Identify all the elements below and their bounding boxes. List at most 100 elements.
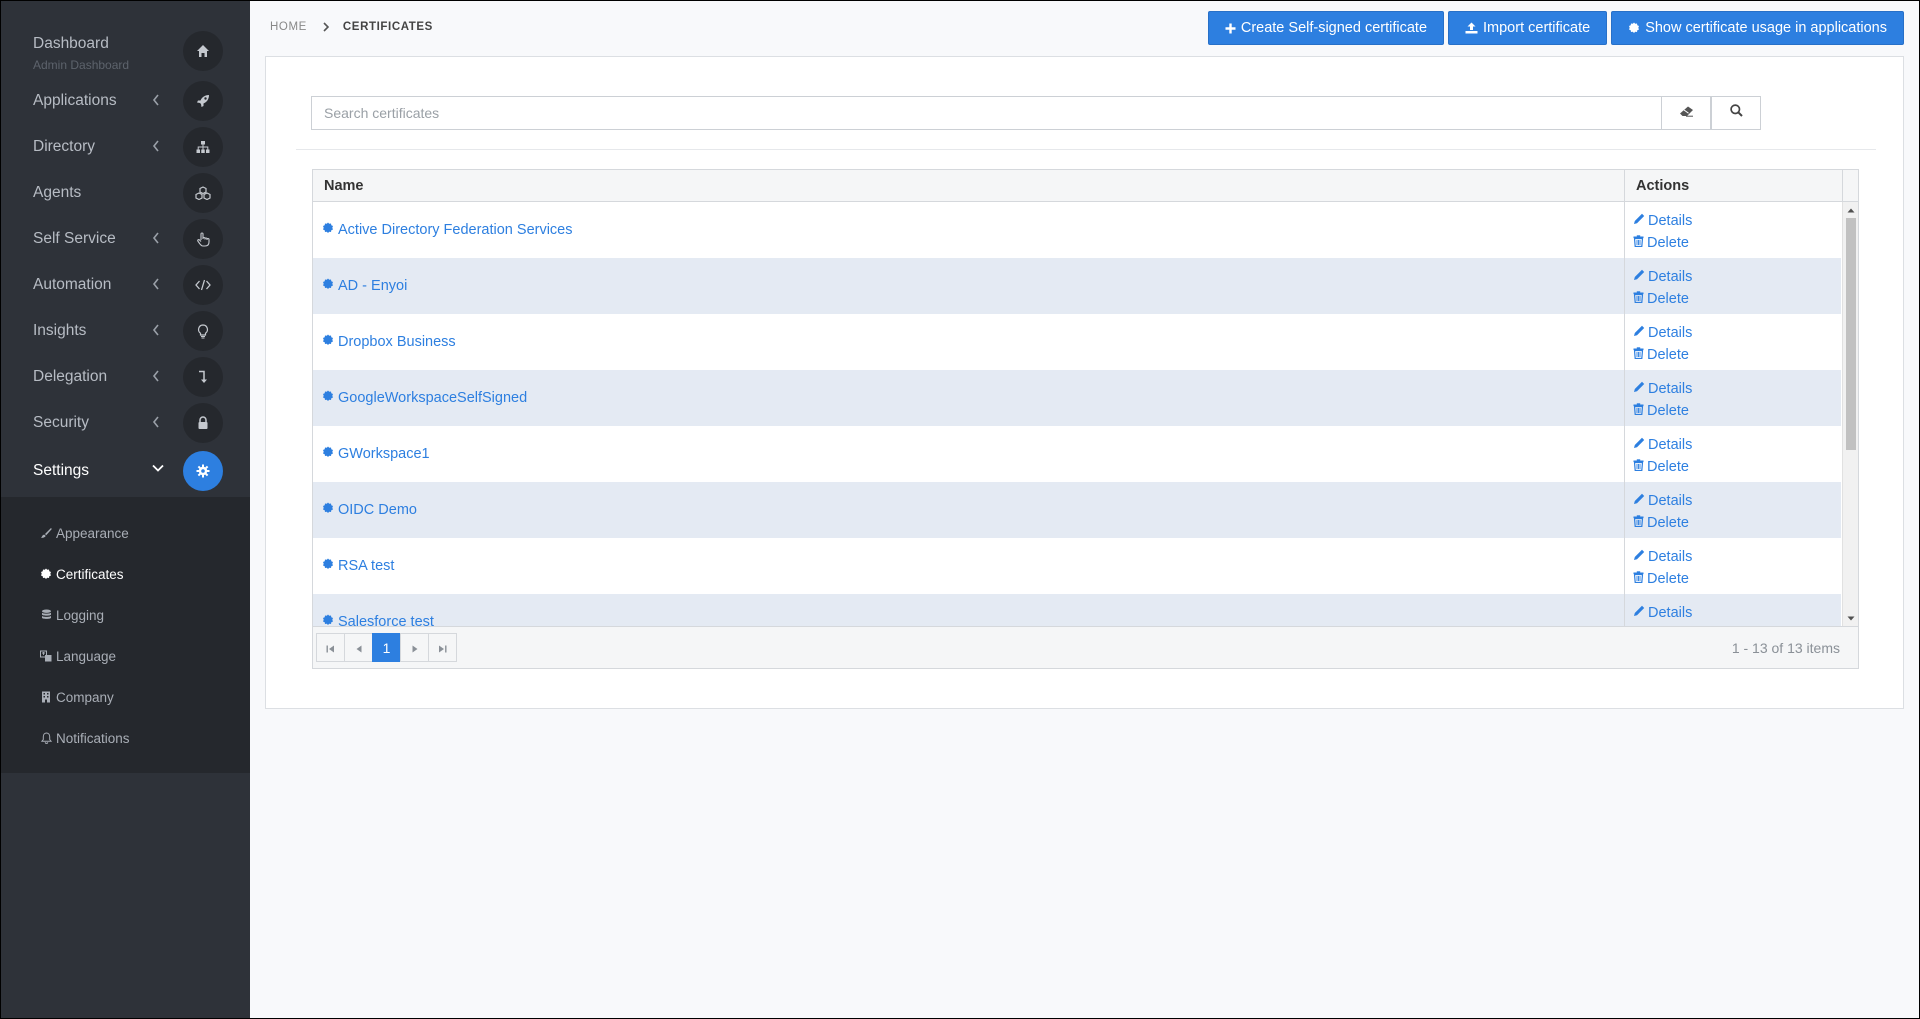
create-self-signed-certificate-button[interactable]: Create Self-signed certificate	[1207, 11, 1445, 45]
pencil-icon	[1633, 549, 1645, 565]
grid-scrollbar[interactable]	[1842, 202, 1858, 626]
subnav-company[interactable]: Company	[40, 685, 114, 709]
cell-name: AD - Enyoi	[313, 258, 1625, 314]
certificate-icon	[322, 278, 334, 294]
delete-link[interactable]: Delete	[1633, 400, 1841, 422]
certificates-grid: Name Actions Active Directory Federation…	[312, 169, 1859, 669]
chevron-left-icon	[152, 140, 162, 154]
subnav-notifications[interactable]: Notifications	[40, 726, 130, 750]
bell-icon	[40, 732, 52, 744]
certificate-link[interactable]: OIDC Demo	[322, 502, 417, 518]
plus-icon	[1225, 23, 1236, 34]
level-down-icon	[183, 357, 223, 397]
subnav-label: Appearance	[56, 525, 129, 541]
certificate-name: GWorkspace1	[338, 446, 430, 462]
nav-automation[interactable]: Automation	[0, 262, 250, 308]
subnav-label: Logging	[56, 607, 105, 623]
search-input[interactable]	[311, 96, 1661, 130]
last-page-button[interactable]	[428, 633, 457, 662]
certificate-link[interactable]: GWorkspace1	[322, 446, 430, 462]
next-page-icon	[412, 640, 418, 656]
certificate-icon	[1628, 22, 1640, 34]
nav-delegation[interactable]: Delegation	[0, 354, 250, 400]
table-row: GWorkspace1 Details Delete	[313, 426, 1841, 482]
certificate-link[interactable]: AD - Enyoi	[322, 278, 407, 294]
subnav-label: Certificates	[56, 566, 124, 582]
nav-security[interactable]: Security	[0, 400, 250, 446]
details-link[interactable]: Details	[1633, 322, 1841, 344]
delete-link[interactable]: Delete	[1633, 512, 1841, 534]
nav-label: Insights	[33, 322, 87, 339]
import-certificate-button[interactable]: Import certificate	[1448, 11, 1608, 45]
details-link[interactable]: Details	[1633, 378, 1841, 400]
nav-settings[interactable]: Settings	[0, 448, 250, 494]
nav-agents[interactable]: Agents	[0, 170, 250, 216]
trash-icon	[1633, 235, 1644, 251]
certificate-link[interactable]: RSA test	[322, 558, 394, 574]
delete-label: Delete	[1647, 291, 1689, 307]
details-link[interactable]: Details	[1633, 490, 1841, 512]
cell-actions: Details Delete	[1625, 314, 1841, 370]
page-button-current[interactable]: 1	[372, 633, 401, 662]
cell-actions: Details Delete	[1625, 202, 1841, 258]
details-link[interactable]: Details	[1633, 266, 1841, 288]
delete-link[interactable]: Delete	[1633, 456, 1841, 478]
breadcrumb-current: CERTIFICATES	[342, 21, 433, 33]
certificate-name: OIDC Demo	[338, 502, 417, 518]
toolbar: Create Self-signed certificate Import ce…	[1207, 11, 1904, 45]
certificate-link[interactable]: Active Directory Federation Services	[322, 222, 573, 238]
certificate-icon	[322, 502, 334, 518]
details-label: Details	[1648, 269, 1693, 285]
certificate-link[interactable]: Salesforce test	[322, 614, 434, 626]
subnav-language[interactable]: Language	[40, 644, 116, 668]
nav-applications[interactable]: Applications	[0, 78, 250, 124]
certificate-icon	[322, 334, 334, 350]
nav-directory[interactable]: Directory	[0, 124, 250, 170]
delete-link[interactable]: Delete	[1633, 288, 1841, 310]
column-header-name[interactable]: Name	[313, 170, 1625, 202]
certificate-link[interactable]: Dropbox Business	[322, 334, 456, 350]
cell-actions: Details Delete	[1625, 538, 1841, 594]
certificate-name: Salesforce test	[338, 614, 434, 626]
first-page-button[interactable]	[316, 633, 345, 662]
subnav-certificates[interactable]: Certificates	[40, 562, 124, 586]
nav-dashboard[interactable]: Dashboard Admin Dashboard	[0, 28, 250, 74]
details-link[interactable]: Details	[1633, 602, 1841, 624]
table-row: AD - Enyoi Details Delete	[313, 258, 1841, 314]
details-link[interactable]: Details	[1633, 434, 1841, 456]
settings-subnav: Appearance Certificates Logging Language…	[0, 497, 250, 773]
eraser-icon	[1679, 104, 1694, 122]
cell-name: Active Directory Federation Services	[313, 202, 1625, 258]
nav-self-service[interactable]: Self Service	[0, 216, 250, 262]
scrollbar-thumb[interactable]	[1846, 218, 1856, 450]
pencil-icon	[1633, 269, 1645, 285]
nav-label: Dashboard	[33, 35, 109, 52]
details-label: Details	[1648, 213, 1693, 229]
breadcrumb-home[interactable]: HOME	[270, 21, 307, 33]
delete-link[interactable]: Delete	[1633, 568, 1841, 590]
sitemap-icon	[183, 127, 223, 167]
rocket-icon	[183, 81, 223, 121]
details-link[interactable]: Details	[1633, 546, 1841, 568]
certificate-icon	[322, 558, 334, 574]
details-link[interactable]: Details	[1633, 210, 1841, 232]
pencil-icon	[1633, 213, 1645, 229]
nav-insights[interactable]: Insights	[0, 308, 250, 354]
certificate-icon	[322, 222, 334, 238]
language-icon	[40, 650, 52, 662]
trash-icon	[1633, 515, 1644, 531]
clear-search-button[interactable]	[1661, 96, 1711, 130]
certificate-link[interactable]: GoogleWorkspaceSelfSigned	[322, 390, 527, 406]
prev-page-button[interactable]	[344, 633, 373, 662]
scroll-up-arrow-icon[interactable]	[1843, 202, 1859, 218]
delete-link[interactable]: Delete	[1633, 232, 1841, 254]
subnav-appearance[interactable]: Appearance	[40, 521, 129, 545]
subnav-logging[interactable]: Logging	[40, 603, 104, 627]
gear-icon	[183, 451, 223, 491]
scroll-down-arrow-icon[interactable]	[1843, 610, 1859, 626]
show-certificate-usage-button[interactable]: Show certificate usage in applications	[1611, 11, 1904, 45]
delete-link[interactable]: Delete	[1633, 344, 1841, 366]
next-page-button[interactable]	[400, 633, 429, 662]
search-button[interactable]	[1711, 96, 1761, 130]
chevron-left-icon	[152, 370, 162, 384]
